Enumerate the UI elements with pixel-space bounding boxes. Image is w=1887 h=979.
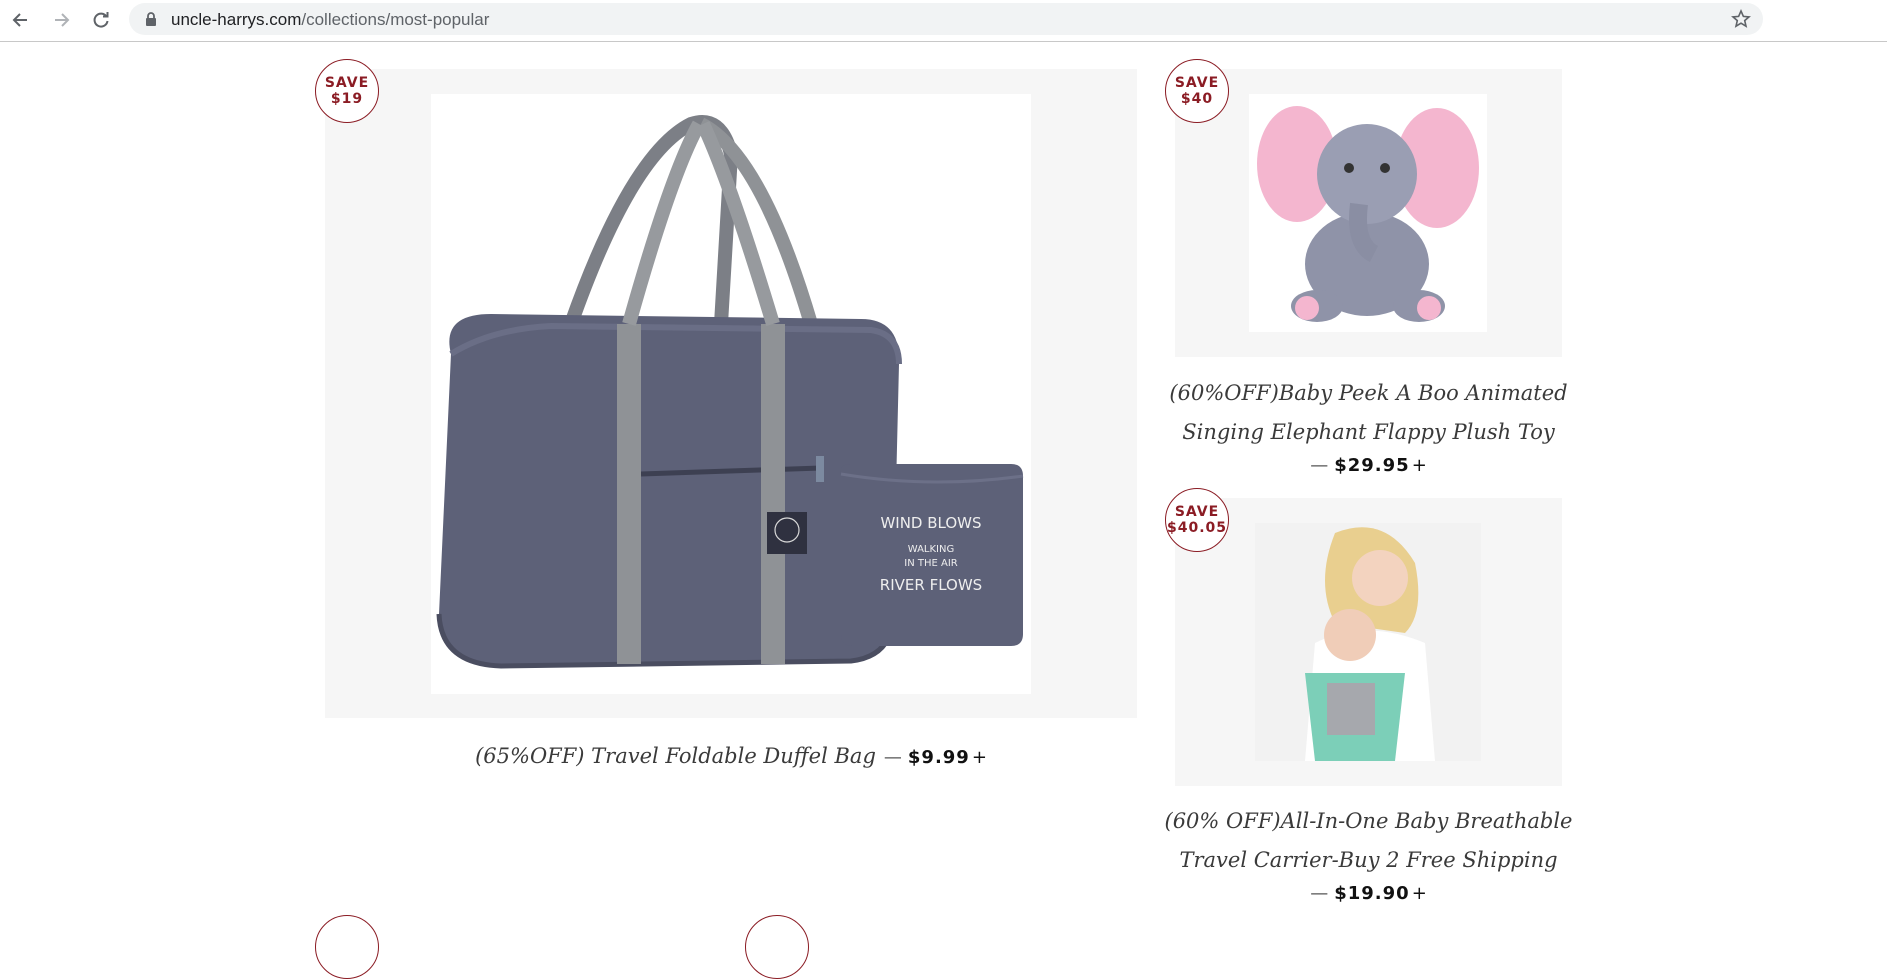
- pouch-text-1: WIND BLOWS: [880, 514, 981, 532]
- price-separator: —: [1310, 883, 1329, 904]
- sale-badge: SAVE $40.05: [1165, 488, 1229, 552]
- product-card-duffel-bag[interactable]: WIND BLOWS WALKING IN THE AIR RIVER FLOW…: [325, 69, 1137, 718]
- product-image-elephant-toy[interactable]: [1249, 94, 1487, 332]
- product-title[interactable]: (65%OFF) Travel Foldable Duffel Bag: [475, 744, 876, 768]
- product-price: $9.99: [907, 747, 970, 768]
- product-image-duffel-bag[interactable]: WIND BLOWS WALKING IN THE AIR RIVER FLOW…: [431, 94, 1031, 694]
- price-plus: +: [1411, 883, 1427, 904]
- address-bar[interactable]: uncle-harrys.com/collections/most-popula…: [129, 3, 1763, 35]
- pouch-text-3: IN THE AIR: [904, 558, 958, 569]
- sale-badge-partial: [315, 915, 379, 979]
- forward-button[interactable]: [47, 6, 75, 34]
- product-price-line: — $19.90 +: [1175, 883, 1562, 904]
- back-arrow-icon: [12, 13, 27, 27]
- baby-carrier-illustration: [1255, 523, 1481, 761]
- pouch-text-2: WALKING: [908, 544, 955, 555]
- url-text: uncle-harrys.com/collections/most-popula…: [171, 10, 489, 30]
- price-plus: +: [971, 747, 987, 768]
- browser-toolbar: uncle-harrys.com/collections/most-popula…: [0, 0, 1887, 42]
- duffel-bag-illustration: WIND BLOWS WALKING IN THE AIR RIVER FLOW…: [436, 115, 1024, 669]
- product-title-line: Travel Carrier-Buy 2 Free Shipping: [1179, 848, 1558, 872]
- url-path: /collections/most-popular: [301, 10, 490, 29]
- product-image-baby-carrier[interactable]: [1255, 523, 1481, 761]
- badge-amount: $40.05: [1166, 520, 1228, 536]
- price-separator: —: [1310, 455, 1329, 476]
- badge-label: SAVE: [1174, 504, 1220, 520]
- price-separator: —: [883, 747, 902, 768]
- product-info-duffel-bag: (65%OFF) Travel Foldable Duffel Bag — $9.9…: [325, 737, 1137, 776]
- product-title[interactable]: (60% OFF)All-In-One Baby Breathable Trav…: [1155, 802, 1582, 880]
- product-title-line: (60%OFF)Baby Peek A Boo Animated: [1169, 381, 1568, 405]
- badge-amount: $19: [330, 91, 364, 107]
- product-price: $29.95: [1334, 455, 1410, 476]
- reload-button[interactable]: [87, 6, 115, 34]
- url-host: uncle-harrys.com: [171, 10, 302, 29]
- bookmark-star-icon[interactable]: [1731, 9, 1751, 29]
- product-title-line: (60% OFF)All-In-One Baby Breathable: [1164, 809, 1573, 833]
- product-card-baby-carrier[interactable]: [1175, 498, 1562, 786]
- pouch-text-4: RIVER FLOWS: [880, 576, 982, 594]
- product-card-elephant-toy[interactable]: [1175, 69, 1562, 357]
- product-title-line: Singing Elephant Flappy Plush Toy: [1182, 420, 1555, 444]
- product-price-line: — $29.95 +: [1175, 455, 1562, 476]
- lock-icon: [146, 12, 156, 26]
- back-button[interactable]: [7, 6, 35, 34]
- elephant-toy-illustration: [1257, 106, 1479, 322]
- badge-amount: $40: [1180, 91, 1214, 107]
- product-title[interactable]: (60%OFF)Baby Peek A Boo Animated Singing…: [1155, 374, 1582, 452]
- forward-arrow-icon: [55, 13, 70, 27]
- sale-badge-partial: [745, 915, 809, 979]
- badge-label: SAVE: [324, 75, 370, 91]
- sale-badge: SAVE $40: [1165, 59, 1229, 123]
- product-price: $19.90: [1334, 883, 1410, 904]
- price-plus: +: [1411, 455, 1427, 476]
- badge-label: SAVE: [1174, 75, 1220, 91]
- sale-badge: SAVE $19: [315, 59, 379, 123]
- reload-icon: [93, 12, 109, 28]
